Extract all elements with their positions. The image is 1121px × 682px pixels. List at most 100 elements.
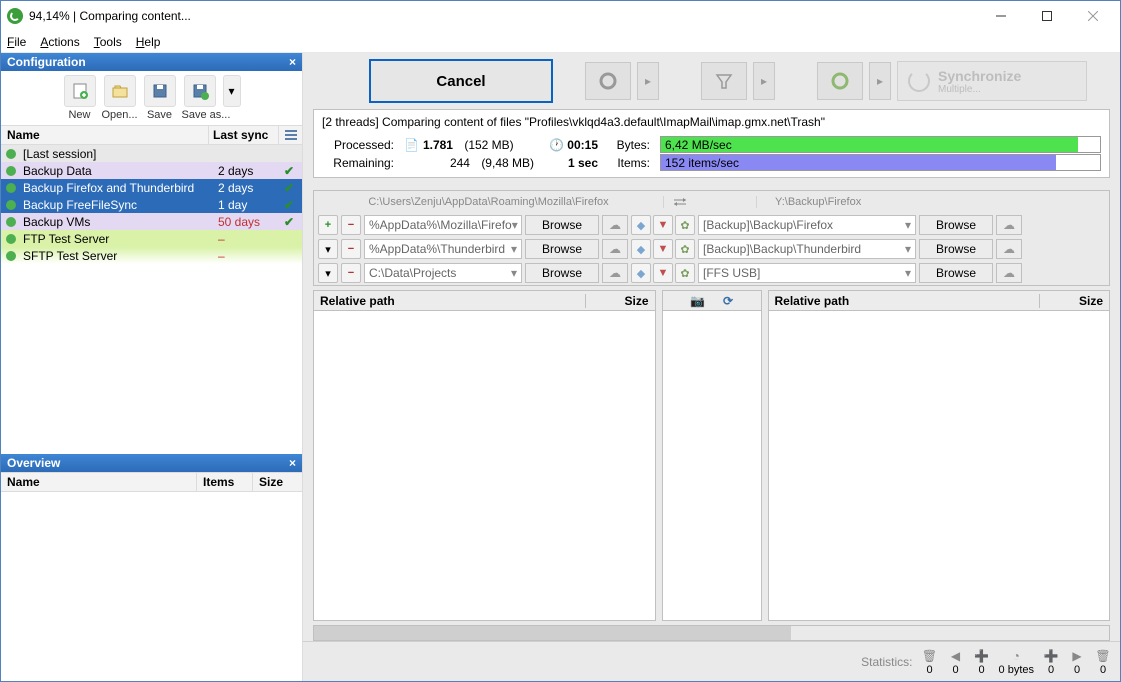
stat-item: ▶0 [1068, 648, 1086, 676]
saveas-dropdown[interactable]: ▾ [222, 75, 242, 121]
left-path-input[interactable]: %AppData%\Thunderbird▾ [364, 239, 522, 259]
pair-sync-icon[interactable]: ✿ [675, 215, 695, 235]
sync-file-icon [3, 249, 19, 263]
sync-label: Synchronize [938, 68, 1021, 84]
remaining-size: (9,48 MB) [481, 156, 534, 170]
horizontal-scrollbar[interactable] [313, 625, 1110, 641]
browse-right-button[interactable]: Browse [919, 239, 993, 259]
menu-actions[interactable]: Actions [40, 35, 79, 49]
left-path-header: C:\Users\Zenju\AppData\Roaming\Mozilla\F… [314, 196, 663, 208]
cloud-left-icon[interactable]: ☁ [602, 239, 628, 259]
menu-help[interactable]: Help [136, 35, 161, 49]
config-row[interactable]: Backup FreeFileSync 1 day ✔ [1, 196, 302, 213]
pair-filter-icon[interactable]: ▼ [653, 263, 673, 283]
menu-tools[interactable]: Tools [94, 35, 122, 49]
left-col-size[interactable]: Size [585, 294, 655, 308]
sync-file-icon [3, 147, 19, 161]
left-path-input[interactable]: %AppData%\Mozilla\Firefo▾ [364, 215, 522, 235]
synchronize-button[interactable]: Synchronize Multiple... [897, 61, 1087, 101]
pair-filter-icon[interactable]: ▼ [653, 215, 673, 235]
col-options-icon[interactable] [278, 126, 302, 144]
cloud-right-icon[interactable]: ☁ [996, 263, 1022, 283]
close-button[interactable] [1070, 1, 1116, 31]
right-path-input[interactable]: [Backup]\Backup\Firefox▾ [698, 215, 916, 235]
pair-sync-icon[interactable]: ✿ [675, 263, 695, 283]
minimize-button[interactable] [978, 1, 1024, 31]
check-icon: ✔ [278, 164, 300, 178]
compare-settings-button[interactable] [585, 62, 631, 100]
pair-dropdown[interactable]: ▾ [318, 263, 338, 283]
add-pair-button[interactable]: + [318, 215, 338, 235]
browse-left-button[interactable]: Browse [525, 263, 599, 283]
right-path-input[interactable]: [Backup]\Backup\Thunderbird▾ [698, 239, 916, 259]
compare-settings-dropdown[interactable]: ▸ [637, 62, 659, 100]
config-row[interactable]: SFTP Test Server – [1, 247, 302, 264]
config-row[interactable]: FTP Test Server – [1, 230, 302, 247]
new-button[interactable]: New [62, 75, 98, 121]
maximize-button[interactable] [1024, 1, 1070, 31]
pair-row: ▾ − %AppData%\Thunderbird▾ Browse ☁ ◆ ▼ … [314, 237, 1109, 261]
config-row-name: Backup FreeFileSync [23, 198, 218, 212]
ov-col-name[interactable]: Name [1, 473, 196, 491]
bytes-rate: 6,42 MB/sec [665, 138, 732, 152]
pair-sync-icon[interactable]: ✿ [675, 239, 695, 259]
menu-file[interactable]: File [7, 35, 26, 49]
stat-icon: ◔ [999, 648, 1034, 664]
items-label: Items: [608, 154, 650, 172]
app-icon [7, 8, 23, 24]
cloud-left-icon[interactable]: ☁ [602, 263, 628, 283]
left-col-relpath[interactable]: Relative path [314, 294, 585, 308]
col-name[interactable]: Name [1, 126, 208, 144]
config-close-icon[interactable]: × [289, 55, 296, 69]
saveas-button[interactable]: Save as... [182, 75, 218, 121]
config-row-lastsync: – [218, 232, 278, 246]
config-row[interactable]: [Last session] [1, 145, 302, 162]
config-row[interactable]: Backup Data 2 days ✔ [1, 162, 302, 179]
remove-pair-button[interactable]: − [341, 239, 361, 259]
pair-dropdown[interactable]: ▾ [318, 239, 338, 259]
browse-left-button[interactable]: Browse [525, 215, 599, 235]
config-row[interactable]: Backup Firefox and Thunderbird 2 days ✔ [1, 179, 302, 196]
cloud-left-icon[interactable]: ☁ [602, 215, 628, 235]
ov-col-size[interactable]: Size [252, 473, 302, 491]
remove-pair-button[interactable]: − [341, 215, 361, 235]
browse-right-button[interactable]: Browse [919, 263, 993, 283]
cloud-right-icon[interactable]: ☁ [996, 215, 1022, 235]
right-col-relpath[interactable]: Relative path [769, 294, 1040, 308]
bytes-progress-bar: 6,42 MB/sec [660, 136, 1101, 153]
filter-button[interactable] [701, 62, 747, 100]
remove-pair-button[interactable]: − [341, 263, 361, 283]
left-path-input[interactable]: C:\Data\Projects▾ [364, 263, 522, 283]
pair-compare-icon[interactable]: ◆ [631, 215, 651, 235]
swap-button[interactable] [663, 196, 757, 208]
save-button[interactable]: Save [142, 75, 178, 121]
open-button[interactable]: Open... [102, 75, 138, 121]
camera-icon[interactable]: 📷 [690, 294, 705, 308]
right-col-size[interactable]: Size [1039, 294, 1109, 308]
cancel-button[interactable]: Cancel [369, 59, 553, 103]
middle-grid-body[interactable] [663, 311, 761, 620]
filter-dropdown[interactable]: ▸ [753, 62, 775, 100]
pair-filter-icon[interactable]: ▼ [653, 239, 673, 259]
browse-right-button[interactable]: Browse [919, 215, 993, 235]
right-grid-body[interactable] [769, 311, 1110, 620]
pair-compare-icon[interactable]: ◆ [631, 239, 651, 259]
stat-item: ◔0 bytes [999, 648, 1034, 676]
sync-settings-button[interactable] [817, 62, 863, 100]
config-row[interactable]: Backup VMs 50 days ✔ [1, 213, 302, 230]
ov-col-items[interactable]: Items [196, 473, 252, 491]
status-box: [2 threads] Comparing content of files "… [313, 109, 1110, 178]
col-lastsync[interactable]: Last sync [208, 126, 278, 144]
pair-row: + − %AppData%\Mozilla\Firefo▾ Browse ☁ ◆… [314, 213, 1109, 237]
pair-compare-icon[interactable]: ◆ [631, 263, 651, 283]
refresh-icon[interactable]: ⟳ [723, 294, 733, 308]
sync-settings-dropdown[interactable]: ▸ [869, 62, 891, 100]
left-grid-body[interactable] [314, 311, 655, 620]
cloud-right-icon[interactable]: ☁ [996, 239, 1022, 259]
right-path-input[interactable]: [FFS USB]▾ [698, 263, 916, 283]
overview-close-icon[interactable]: × [289, 456, 296, 470]
browse-left-button[interactable]: Browse [525, 239, 599, 259]
status-line: [2 threads] Comparing content of files "… [322, 115, 1101, 129]
pair-row: ▾ − C:\Data\Projects▾ Browse ☁ ◆ ▼ ✿ [FF… [314, 261, 1109, 285]
config-list[interactable]: [Last session] Backup Data 2 days ✔ Back… [1, 145, 302, 264]
